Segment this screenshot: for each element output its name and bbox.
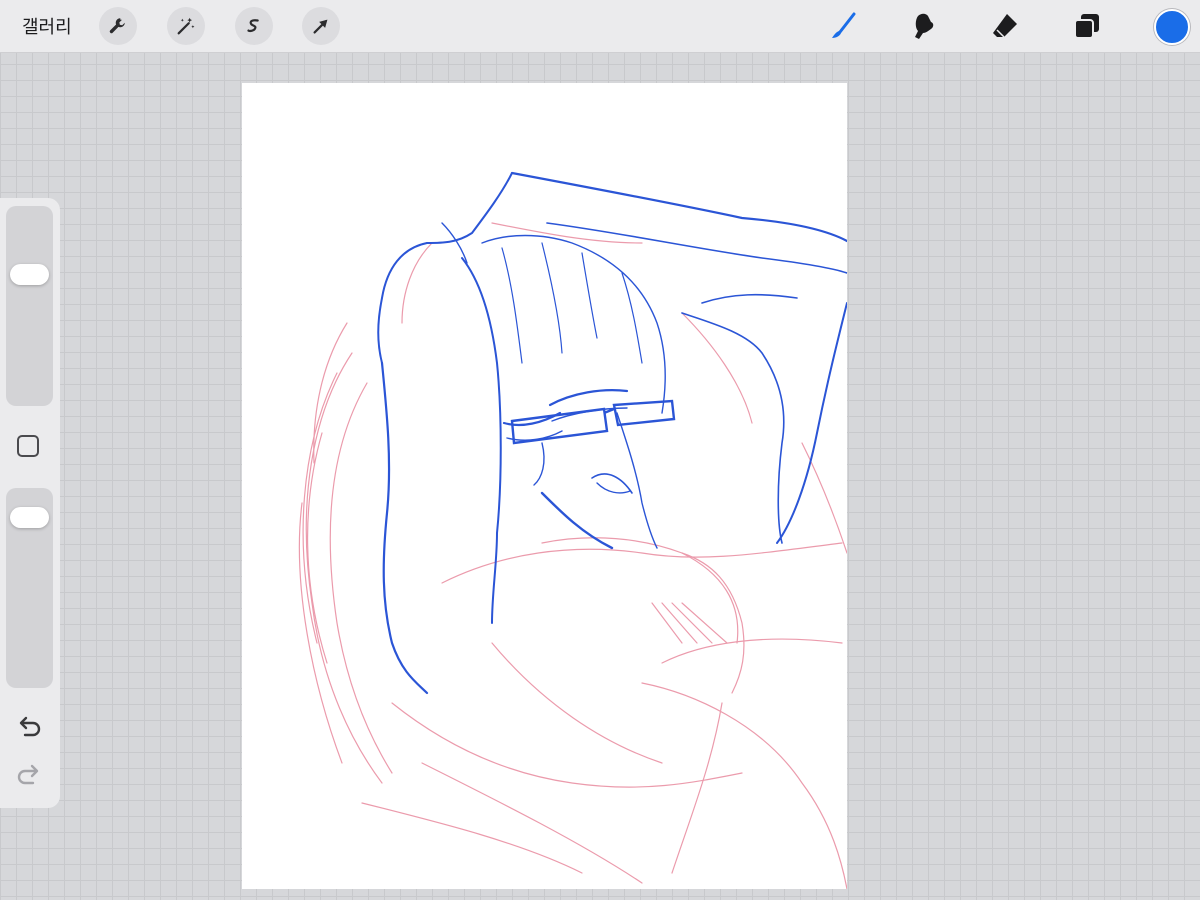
rough-sketch-layer	[298, 222, 847, 889]
transform-button[interactable]	[302, 7, 340, 45]
selection-button[interactable]	[235, 7, 273, 45]
gallery-button[interactable]: 갤러리	[22, 13, 72, 39]
wrench-icon	[109, 18, 125, 34]
selection-icon	[247, 19, 259, 33]
smudge-icon	[915, 13, 934, 39]
brush-size-knob[interactable]	[10, 263, 49, 285]
modify-button[interactable]	[17, 435, 39, 457]
sketch-artwork	[298, 171, 847, 889]
opacity-knob[interactable]	[10, 507, 49, 529]
top-toolbar: 갤러리	[0, 0, 1200, 53]
magic-wand-icon	[177, 17, 195, 35]
layers-button[interactable]	[1069, 8, 1105, 44]
smudge-button[interactable]	[907, 8, 943, 44]
eraser-icon	[993, 14, 1017, 38]
brush-size-slider[interactable]	[6, 206, 53, 406]
drawing-canvas[interactable]	[242, 83, 847, 889]
brush-button[interactable]	[826, 8, 862, 44]
transform-arrow-icon	[313, 19, 328, 34]
line-art-layer	[377, 171, 847, 695]
brush-icon	[832, 12, 856, 38]
opacity-slider[interactable]	[6, 488, 53, 688]
redo-icon[interactable]	[14, 761, 44, 791]
eraser-button[interactable]	[987, 8, 1023, 44]
color-picker-button[interactable]	[1154, 9, 1190, 45]
adjustments-button[interactable]	[167, 7, 205, 45]
left-sidebar	[0, 198, 60, 808]
actions-button[interactable]	[99, 7, 137, 45]
layers-icon	[1074, 14, 1099, 39]
undo-icon[interactable]	[14, 713, 44, 743]
